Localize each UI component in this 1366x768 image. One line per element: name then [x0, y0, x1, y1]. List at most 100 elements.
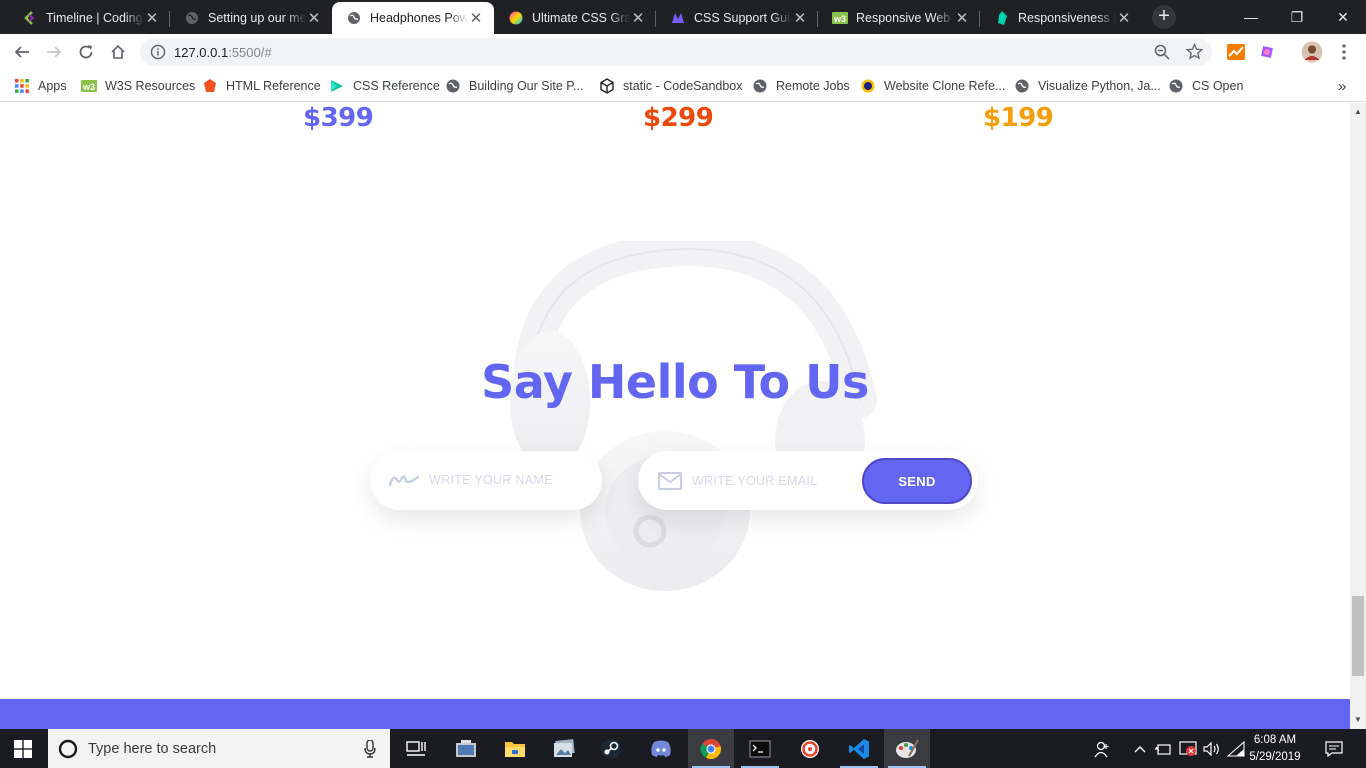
url-host: 127.0.0.1 [174, 45, 229, 60]
tab-setting-up-menu[interactable]: Setting up our menu ✕ [170, 2, 332, 34]
bookmark-w3s-resources[interactable]: w3 W3S Resources [81, 76, 195, 96]
tab-title: Ultimate CSS Gradient [532, 11, 630, 25]
bookmark-label: Apps [38, 79, 67, 93]
app-red-circle-icon[interactable] [787, 729, 833, 768]
close-tab-icon[interactable]: ✕ [792, 9, 808, 27]
css-icon [329, 78, 345, 94]
close-tab-icon[interactable]: ✕ [954, 9, 970, 27]
bookmark-label: CSS Reference [353, 79, 440, 93]
browser-tab-strip: Timeline | CodingPh ✕ Setting up our men… [0, 0, 1366, 34]
new-tab-button[interactable]: + [1152, 5, 1176, 29]
browser-toolbar: 127.0.0.1:5500/# [0, 34, 1366, 70]
tab-timeline[interactable]: Timeline | CodingPh ✕ [8, 2, 170, 34]
codesandbox-icon [599, 78, 615, 94]
security-alert-icon[interactable] [1177, 729, 1199, 768]
address-bar[interactable]: 127.0.0.1:5500/# [140, 38, 1212, 66]
site-info-icon[interactable] [150, 44, 166, 65]
scroll-thumb[interactable] [1352, 596, 1364, 676]
footer-banner [0, 699, 1350, 729]
bookmark-website-clone[interactable]: Website Clone Refe... [860, 76, 1005, 96]
bookmark-star-icon[interactable] [1185, 42, 1204, 65]
discord-icon[interactable] [638, 729, 684, 768]
terminal-icon[interactable] [737, 729, 783, 768]
close-window-icon[interactable]: ✕ [1320, 0, 1366, 34]
codingphase-icon [22, 10, 38, 26]
close-tab-icon[interactable]: ✕ [630, 9, 646, 27]
tab-title: Responsiveness | Be [1018, 11, 1116, 25]
bookmark-visualize-python[interactable]: Visualize Python, Ja... [1014, 76, 1161, 96]
more-bookmarks-button[interactable]: » [1338, 76, 1346, 96]
vscode-icon[interactable] [836, 729, 882, 768]
extension-chart-icon[interactable] [1224, 40, 1248, 64]
bulma-icon [994, 10, 1010, 26]
svg-text:w3: w3 [82, 82, 95, 92]
send-button[interactable]: SEND [862, 458, 972, 504]
css-guide-icon [670, 10, 686, 26]
microphone-icon[interactable] [364, 739, 376, 763]
bookmark-label: W3S Resources [105, 79, 196, 93]
bookmark-css-reference[interactable]: CSS Reference [329, 76, 440, 96]
bookmark-remote-jobs[interactable]: Remote Jobs [752, 76, 850, 96]
tab-css-support-guide[interactable]: CSS Support Guide ✕ [656, 2, 818, 34]
system-clock[interactable]: 6:08 AM 5/29/2019 [1244, 732, 1306, 766]
price-premium: $399 [303, 103, 374, 133]
search-placeholder: Type here to search [88, 741, 217, 757]
profile-avatar[interactable] [1300, 40, 1324, 64]
bookmark-cs-open[interactable]: CS Open [1168, 76, 1243, 96]
tab-title: Timeline | CodingPh [46, 11, 144, 25]
tab-css-gradient[interactable]: Ultimate CSS Gradient ✕ [494, 2, 656, 34]
bookmark-label: HTML Reference [226, 79, 321, 93]
back-icon[interactable] [10, 40, 34, 64]
bookmark-label: Remote Jobs [776, 79, 850, 93]
close-tab-icon[interactable]: ✕ [144, 9, 160, 27]
close-tab-icon[interactable]: ✕ [468, 9, 484, 27]
task-view-icon[interactable] [393, 729, 439, 768]
extension-puzzle-icon[interactable] [1255, 40, 1279, 64]
action-center-icon[interactable] [1314, 729, 1354, 768]
bookmark-label: Visualize Python, Ja... [1038, 79, 1161, 93]
paint-icon[interactable] [884, 729, 930, 768]
tray-expand-icon[interactable] [1128, 729, 1152, 768]
photo-app-icon[interactable] [443, 729, 489, 768]
globe-icon [1014, 78, 1030, 94]
w3-icon: w3 [832, 10, 848, 26]
home-icon[interactable] [106, 40, 130, 64]
minimize-icon[interactable]: — [1228, 0, 1274, 34]
html-icon [202, 78, 218, 94]
forward-icon[interactable] [42, 40, 66, 64]
w3-icon: w3 [81, 78, 97, 94]
scroll-down-icon[interactable]: ▼ [1350, 712, 1366, 728]
bookmark-html-reference[interactable]: HTML Reference [202, 76, 321, 96]
dot-icon [860, 78, 876, 94]
reload-icon[interactable] [74, 40, 98, 64]
zoom-icon[interactable] [1154, 44, 1170, 65]
file-explorer-icon[interactable] [492, 729, 538, 768]
volume-icon[interactable] [1201, 729, 1223, 768]
bookmark-apps[interactable]: Apps [14, 76, 67, 96]
bookmark-building-our-site[interactable]: Building Our Site P... [445, 76, 583, 96]
people-icon[interactable] [1082, 729, 1122, 768]
menu-dots-icon[interactable] [1332, 40, 1356, 64]
tab-responsiveness[interactable]: Responsiveness | Be ✕ [980, 2, 1142, 34]
windows-start-icon[interactable] [0, 729, 46, 768]
scroll-up-icon[interactable]: ▲ [1350, 104, 1366, 120]
bookmark-label: Website Clone Refe... [884, 79, 1006, 93]
close-tab-icon[interactable]: ✕ [306, 9, 322, 27]
clock-time: 6:08 AM [1253, 734, 1297, 746]
tab-headphones-power[interactable]: Headphones Power ✕ [332, 2, 494, 34]
name-field[interactable]: WRITE YOUR NAME [370, 451, 602, 510]
signature-icon [388, 472, 420, 493]
taskbar-search-box[interactable]: Type here to search [48, 729, 390, 768]
bookmark-codesandbox[interactable]: static - CodeSandbox [599, 76, 743, 96]
steam-icon[interactable] [588, 729, 634, 768]
photos-icon[interactable] [541, 729, 587, 768]
tab-responsive-web-design[interactable]: w3 Responsive Web De ✕ [818, 2, 980, 34]
battery-icon[interactable] [1152, 729, 1174, 768]
bookmark-label: static - CodeSandbox [623, 79, 743, 93]
globe-icon [346, 10, 362, 26]
close-tab-icon[interactable]: ✕ [1116, 9, 1132, 27]
restore-icon[interactable]: ❐ [1274, 0, 1320, 34]
tab-title: CSS Support Guide [694, 11, 792, 25]
page-viewport: $399 $299 $199 Say Hello To Us WRITE YOU… [0, 103, 1350, 729]
chrome-taskbar-icon[interactable] [688, 729, 734, 768]
